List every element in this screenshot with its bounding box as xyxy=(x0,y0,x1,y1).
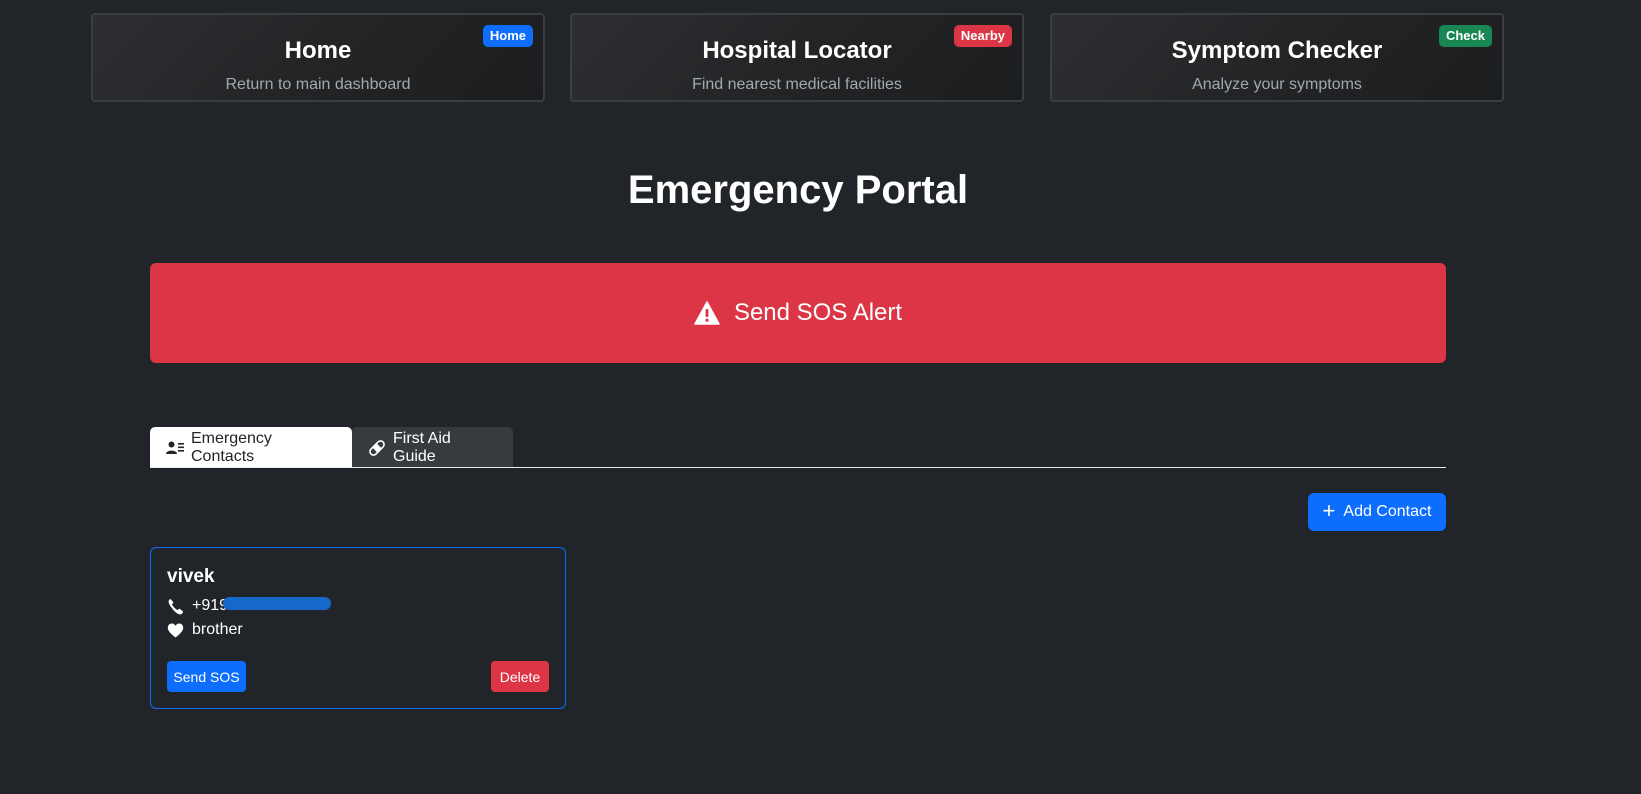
tab-label: Emergency Contacts xyxy=(191,429,272,465)
send-sos-button[interactable]: Send SOS xyxy=(167,661,246,692)
nav-card-title: Home xyxy=(284,37,352,64)
heart-icon xyxy=(167,622,184,639)
contact-card: vivek +919518029369 brother Send SOS Del… xyxy=(150,547,566,709)
add-contact-label: Add Contact xyxy=(1343,503,1432,520)
nav-card-badge: Check xyxy=(1438,25,1492,47)
bandage-icon xyxy=(368,439,386,456)
nav-card-hospital-locator[interactable]: Hospital Locator Find nearest medical fa… xyxy=(570,13,1024,102)
send-sos-alert-button[interactable]: Send SOS Alert xyxy=(150,263,1446,363)
tabs-divider xyxy=(150,467,1446,468)
contact-relation-row: brother xyxy=(167,621,243,639)
tab-first-aid-guide[interactable]: First Aid Guide xyxy=(352,427,513,468)
nav-card-subtitle: Analyze your symptoms xyxy=(1192,76,1362,93)
nav-card-subtitle: Find nearest medical facilities xyxy=(692,76,902,93)
contact-phone-row: +919518029369 xyxy=(167,597,331,615)
sos-alert-label: Send SOS Alert xyxy=(733,299,903,326)
redaction-mark xyxy=(223,597,331,610)
nav-card-title: Symptom Checker xyxy=(1171,37,1383,64)
nav-card-symptom-checker[interactable]: Symptom Checker Analyze your symptoms Ch… xyxy=(1050,13,1504,102)
contact-relation: brother xyxy=(192,621,243,638)
nav-card-badge: Home xyxy=(482,25,533,47)
nav-card-subtitle: Return to main dashboard xyxy=(225,76,411,93)
add-contact-button[interactable]: + Add Contact xyxy=(1308,493,1446,531)
tab-label: First Aid Guide xyxy=(393,429,451,465)
plus-icon: + xyxy=(1322,498,1336,523)
contact-list-icon xyxy=(166,440,184,456)
page-title: Emergency Portal xyxy=(627,168,969,212)
nav-card-badge: Nearby xyxy=(953,25,1012,47)
warning-triangle-icon xyxy=(694,301,720,325)
nav-card-home[interactable]: Home Return to main dashboard Home xyxy=(91,13,545,102)
delete-contact-button[interactable]: Delete xyxy=(491,661,549,692)
phone-icon xyxy=(167,598,184,615)
tab-emergency-contacts[interactable]: Emergency Contacts xyxy=(150,427,352,468)
contact-name: vivek xyxy=(167,566,215,587)
